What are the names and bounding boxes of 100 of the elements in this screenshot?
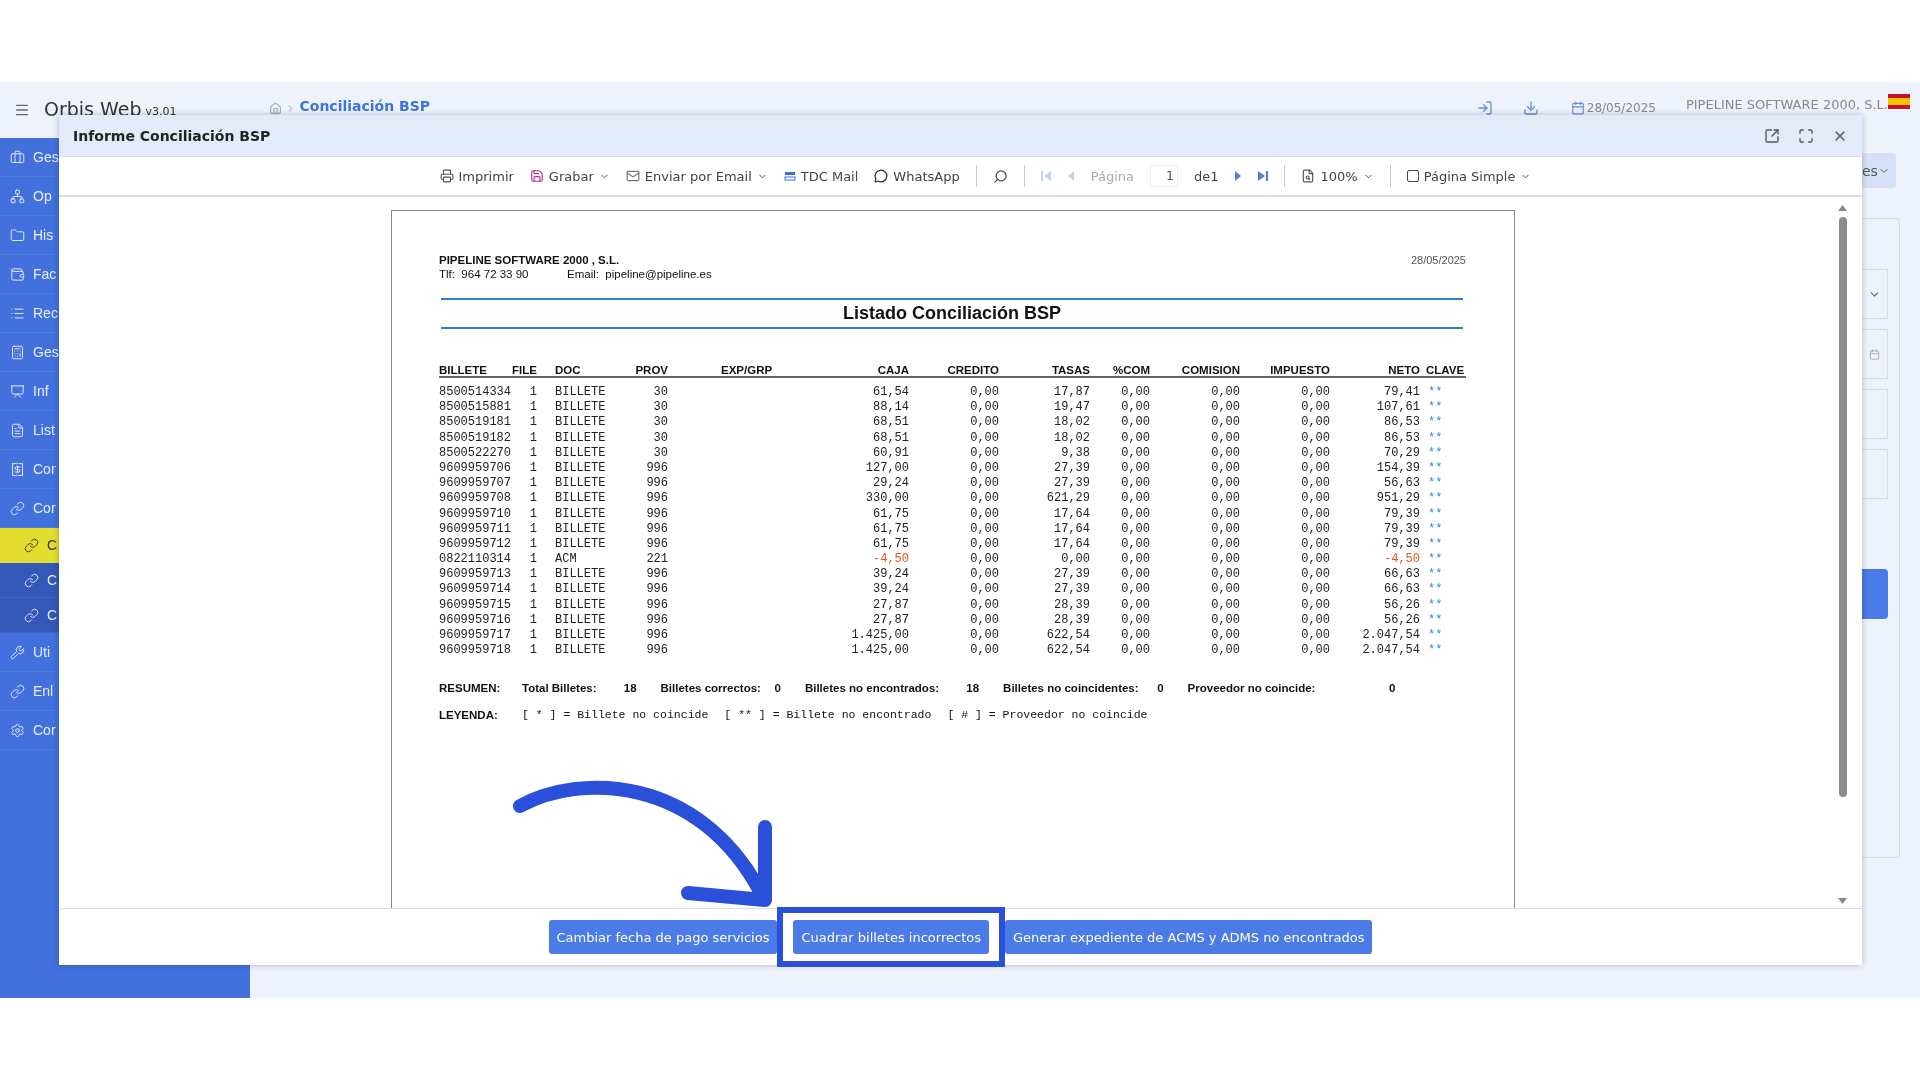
email-text: Email: pipeline@pipeline.es — [567, 268, 712, 280]
column-header: NETO — [1387, 364, 1420, 376]
table-cell-text: 0,00 — [1210, 491, 1240, 507]
table-cell: 8500519181 — [439, 415, 511, 431]
table-cell-text: 0,00 — [969, 460, 999, 477]
summary-label: Billetes correctos: — [660, 682, 761, 695]
single-page-toggle[interactable]: Página Simple — [1406, 168, 1532, 184]
column-header: TASAS — [1050, 364, 1090, 376]
table-cell-text: 0,00 — [1120, 460, 1150, 477]
column-header: FILE — [511, 364, 537, 376]
action-button[interactable]: Cambiar fecha de pago servicios — [548, 920, 778, 954]
toolbar-button[interactable]: 100% — [1301, 168, 1374, 184]
table-cell-text: 18,02 — [1053, 430, 1090, 446]
table-cell-text: 0,00 — [1300, 643, 1330, 659]
toolbar-button[interactable]: Grabar — [529, 168, 610, 184]
table-cell-text: ** — [1427, 445, 1444, 461]
table-cell-text: 996 — [645, 582, 668, 598]
table-cell-text: 996 — [645, 628, 668, 644]
table-cell-text: 0,00 — [1300, 460, 1330, 477]
table-cell-text: 0,00 — [969, 476, 999, 492]
checkbox[interactable] — [1406, 170, 1419, 182]
summary-label: Proveedor no coincide: — [1187, 682, 1316, 695]
table-cell-text: 107,61 — [1375, 400, 1420, 416]
action-button[interactable]: Cuadrar billetes incorrectos — [793, 920, 989, 954]
link-icon — [24, 607, 39, 623]
table-cell-text: 0,00 — [969, 491, 999, 507]
table-cell-text: 61,75 — [872, 521, 909, 537]
scroll-down-icon[interactable] — [1838, 898, 1847, 904]
table-cell-text: 0,00 — [1210, 415, 1240, 431]
column-header: DOC — [554, 364, 582, 376]
page-label: de1 — [1193, 168, 1219, 184]
toolbar-button[interactable]: Enviar por Email — [625, 168, 768, 184]
table-cell-text: ** — [1427, 582, 1444, 598]
table-cell-text: 0,00 — [969, 628, 999, 644]
table-cell: 9609959715 — [439, 597, 511, 613]
popout-icon[interactable] — [1764, 127, 1780, 144]
table-cell-text: 0,00 — [1300, 567, 1330, 583]
table-cell-text: 0,00 — [969, 400, 999, 416]
input-field[interactable] — [1862, 449, 1888, 499]
table-cell-text: 0,00 — [1300, 628, 1330, 644]
table-cell-text: 0,00 — [1120, 415, 1150, 431]
presentation-icon — [10, 383, 25, 399]
table-cell: 9609959716 — [439, 612, 511, 628]
summary-value: 0 — [773, 682, 781, 695]
table-cell-text: 0,00 — [969, 552, 999, 568]
current-date: 28/05/2025 — [1586, 101, 1656, 115]
table-cell-text: 996 — [645, 567, 668, 583]
login-icon[interactable] — [1476, 100, 1493, 116]
table-cell-text: 0,00 — [1120, 400, 1150, 416]
table-cell-text: 1 — [528, 643, 537, 659]
table-cell-text: ** — [1427, 506, 1444, 522]
table-cell-text: 0,00 — [1300, 415, 1330, 431]
table-cell-text: 1 — [528, 628, 537, 644]
select-field[interactable] — [1862, 269, 1888, 319]
table-cell-text: 60,91 — [872, 445, 909, 461]
table-cell: 8500519182 — [439, 430, 511, 446]
table-cell-text: 86,53 — [1383, 430, 1420, 446]
table-cell-text: 330,00 — [864, 491, 909, 507]
printer-icon — [439, 169, 454, 183]
flag-icon[interactable] — [1888, 94, 1910, 109]
link-icon — [24, 572, 39, 588]
last-page-icon[interactable] — [1258, 170, 1269, 182]
scrollbar[interactable] — [1836, 205, 1849, 904]
table-cell-text: ** — [1427, 400, 1444, 416]
date-field[interactable] — [1862, 329, 1888, 379]
column-header: EXP/GRP — [720, 364, 774, 376]
table-cell-text: ** — [1427, 536, 1444, 553]
table-cell-text: 1 — [528, 536, 537, 553]
table-cell-text: 0,00 — [1120, 552, 1150, 568]
briefcase-icon — [10, 149, 25, 165]
table-cell-text: 9,38 — [1060, 445, 1090, 461]
folder-icon — [10, 227, 25, 243]
fullscreen-icon[interactable] — [1798, 127, 1814, 144]
table-cell-text: BILLETE — [554, 506, 607, 522]
input-field[interactable] — [1862, 389, 1888, 439]
search-icon[interactable] — [992, 168, 1008, 184]
table-cell-text: 56,26 — [1383, 597, 1420, 613]
dialog-title: Informe Conciliación BSP — [73, 127, 272, 144]
download-icon[interactable] — [1522, 100, 1539, 116]
table-cell-text: 127,00 — [864, 460, 909, 477]
table-cell-text: 1 — [528, 582, 537, 598]
table-cell-text: ** — [1427, 491, 1444, 507]
table-cell-text: 66,63 — [1383, 567, 1420, 583]
toolbar-button[interactable]: TDC Mail — [783, 168, 859, 184]
action-button[interactable]: Generar expediente de ACMS y ADMS no encontrados — [1004, 920, 1373, 954]
table-cell-text: 0,00 — [1120, 597, 1150, 613]
toolbar-button[interactable]: WhatsApp — [874, 168, 960, 184]
page-input[interactable]: 1 — [1149, 165, 1178, 187]
breadcrumb-link[interactable]: Conciliación BSP — [299, 98, 431, 114]
next-page-icon[interactable] — [1234, 170, 1243, 182]
table-cell-text: 1 — [528, 506, 537, 522]
toolbar-button[interactable]: Imprimir — [439, 168, 514, 184]
summary-value: 18 — [622, 682, 637, 695]
home-icon[interactable] — [269, 102, 283, 115]
table-cell-text: ** — [1427, 597, 1444, 613]
dropdown-button[interactable]: es — [1862, 153, 1896, 188]
table-cell-text: 27,39 — [1053, 460, 1090, 477]
table-cell-text: 0,00 — [1210, 460, 1240, 477]
scroll-up-icon[interactable] — [1838, 205, 1847, 211]
menu-icon[interactable] — [14, 102, 30, 118]
